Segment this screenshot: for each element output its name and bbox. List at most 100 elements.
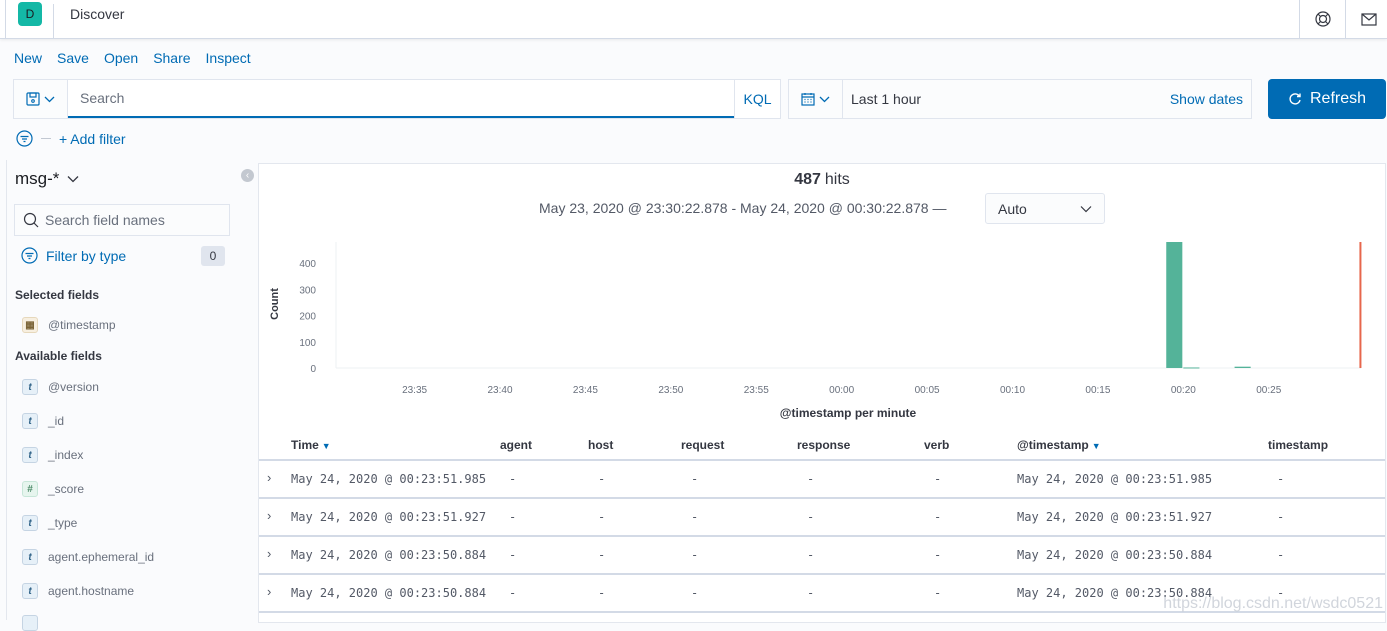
field-item[interactable]: t _type bbox=[22, 515, 77, 531]
x-tick-label: 23:35 bbox=[402, 385, 427, 396]
index-pattern-name: msg-* bbox=[15, 169, 60, 188]
y-tick-label: 300 bbox=[299, 285, 316, 296]
column-header-timestamp[interactable]: @timestamp ▼ bbox=[1017, 438, 1101, 452]
time-range-text: May 23, 2020 @ 23:30:22.878 - May 24, 20… bbox=[539, 200, 947, 216]
table-row[interactable]: › May 24, 2020 @ 00:23:51.985 - - - - - May 24,… bbox=[259, 461, 1385, 499]
menu-save[interactable]: Save bbox=[57, 50, 89, 66]
discover-main-panel: 487 hits May 23, 2020 @ 23:30:22.878 - Ma… bbox=[258, 163, 1386, 623]
field-item[interactable]: t _id bbox=[22, 413, 64, 429]
filter-options-icon[interactable] bbox=[16, 130, 33, 147]
column-header-timestamp[interactable]: timestamp bbox=[1268, 438, 1328, 452]
string-type-icon: t bbox=[22, 515, 38, 531]
field-name: _type bbox=[48, 516, 78, 530]
table-header: Time ▼ agent host request response verb @timest… bbox=[259, 429, 1385, 461]
sort-desc-icon[interactable]: ▼ bbox=[322, 441, 331, 451]
field-name: @version bbox=[48, 380, 99, 394]
histogram-bar[interactable] bbox=[1166, 242, 1183, 368]
x-tick-label: 23:40 bbox=[487, 385, 512, 396]
chevron-down-icon bbox=[819, 96, 830, 102]
table-row[interactable]: › May 24, 2020 @ 00:23:50.884 - - - - - May 24,… bbox=[259, 537, 1385, 575]
field-item[interactable]: t agent.ephemeral_id bbox=[22, 549, 154, 565]
hits-count: 487 bbox=[794, 171, 821, 188]
table-cell: May 24, 2020 @ 00:23:50.884 bbox=[291, 586, 487, 600]
top-nav-menu: New Save Open Share Inspect bbox=[14, 50, 251, 66]
table-cell: - bbox=[598, 472, 606, 486]
saved-query-button[interactable] bbox=[14, 80, 68, 118]
column-header-host[interactable]: host bbox=[588, 438, 613, 452]
column-header-time[interactable]: Time ▼ bbox=[291, 438, 331, 452]
x-tick-label: 00:10 bbox=[1000, 385, 1025, 396]
expand-row-icon[interactable]: › bbox=[267, 584, 271, 599]
column-header-agent[interactable]: agent bbox=[500, 438, 532, 452]
index-pattern-selector[interactable]: msg-* bbox=[15, 169, 79, 189]
help-button[interactable] bbox=[1299, 0, 1345, 38]
help-icon bbox=[1314, 11, 1331, 27]
field-name: @timestamp bbox=[48, 318, 116, 332]
time-picker: Last 1 hour Show dates bbox=[788, 79, 1252, 119]
filter-by-type-button[interactable]: Filter by type bbox=[21, 247, 126, 264]
space-avatar[interactable]: D bbox=[18, 2, 42, 26]
table-row[interactable]: › May 24, 2020 @ 00:23:51.927 - - - - - May 24,… bbox=[259, 499, 1385, 537]
menu-new[interactable]: New bbox=[14, 50, 42, 66]
x-axis-label: @timestamp per minute bbox=[780, 406, 917, 420]
refresh-label: Refresh bbox=[1309, 90, 1367, 107]
histogram-bar[interactable] bbox=[1183, 367, 1200, 369]
field-item-timestamp[interactable]: ▦ @timestamp bbox=[22, 317, 116, 333]
mail-button[interactable] bbox=[1345, 0, 1387, 38]
column-header-request[interactable]: request bbox=[681, 438, 724, 452]
add-filter-button[interactable]: + Add filter bbox=[59, 131, 126, 147]
refresh-button[interactable]: Refresh bbox=[1268, 79, 1386, 119]
field-item[interactable]: # _score bbox=[22, 481, 84, 497]
expand-row-icon[interactable]: › bbox=[267, 470, 271, 485]
x-tick-label: 23:55 bbox=[744, 385, 769, 396]
table-cell: - bbox=[598, 586, 606, 600]
search-input[interactable] bbox=[68, 80, 734, 118]
table-cell: - bbox=[598, 510, 606, 524]
histogram-bar[interactable] bbox=[1234, 366, 1251, 368]
table-cell: - bbox=[807, 548, 815, 562]
field-item[interactable]: t agent.hostname bbox=[22, 583, 134, 599]
table-cell: - bbox=[691, 586, 699, 600]
table-cell: - bbox=[807, 510, 815, 524]
field-name: _id bbox=[48, 414, 65, 428]
menu-share[interactable]: Share bbox=[153, 50, 190, 66]
save-icon bbox=[26, 92, 40, 106]
table-cell: - bbox=[934, 472, 942, 486]
documents-table: Time ▼ agent host request response verb @timest… bbox=[259, 429, 1385, 613]
interval-select[interactable]: Auto bbox=[985, 193, 1105, 224]
table-cell: - bbox=[509, 472, 517, 486]
menu-open[interactable]: Open bbox=[104, 50, 138, 66]
field-item[interactable]: t @version bbox=[22, 379, 99, 395]
available-fields-heading: Available fields bbox=[15, 349, 102, 363]
query-language-button[interactable]: KQL bbox=[734, 80, 780, 118]
menu-inspect[interactable]: Inspect bbox=[206, 50, 251, 66]
sort-desc-icon[interactable]: ▼ bbox=[1092, 441, 1101, 451]
column-label: host bbox=[588, 438, 614, 452]
collapse-sidebar-button[interactable]: ‹ bbox=[241, 169, 254, 182]
field-search-input[interactable] bbox=[45, 212, 225, 228]
divider bbox=[5, 0, 6, 38]
filter-count-badge: 0 bbox=[201, 246, 225, 266]
table-cell: - bbox=[934, 586, 942, 600]
table-cell: - bbox=[934, 510, 942, 524]
string-type-icon bbox=[22, 615, 38, 631]
field-name: _index bbox=[48, 448, 84, 462]
field-item[interactable] bbox=[22, 615, 38, 631]
expand-row-icon[interactable]: › bbox=[267, 508, 271, 523]
field-item[interactable]: t _index bbox=[22, 447, 83, 463]
query-bar: KQL bbox=[13, 79, 781, 119]
field-name: _score bbox=[48, 482, 85, 496]
column-header-response[interactable]: response bbox=[797, 438, 850, 452]
time-range-label[interactable]: Last 1 hour bbox=[843, 80, 1170, 118]
expand-row-icon[interactable]: › bbox=[267, 546, 271, 561]
app-title: Discover bbox=[70, 6, 125, 22]
quick-select-button[interactable] bbox=[789, 80, 843, 118]
divider bbox=[41, 138, 51, 139]
column-label: response bbox=[797, 438, 851, 452]
show-dates-button[interactable]: Show dates bbox=[1170, 80, 1251, 118]
table-cell: - bbox=[691, 510, 699, 524]
table-cell: May 24, 2020 @ 00:23:51.985 bbox=[1017, 472, 1213, 486]
column-header-verb[interactable]: verb bbox=[924, 438, 949, 452]
x-tick-label: 23:45 bbox=[573, 385, 598, 396]
y-tick-label: 200 bbox=[299, 312, 316, 323]
